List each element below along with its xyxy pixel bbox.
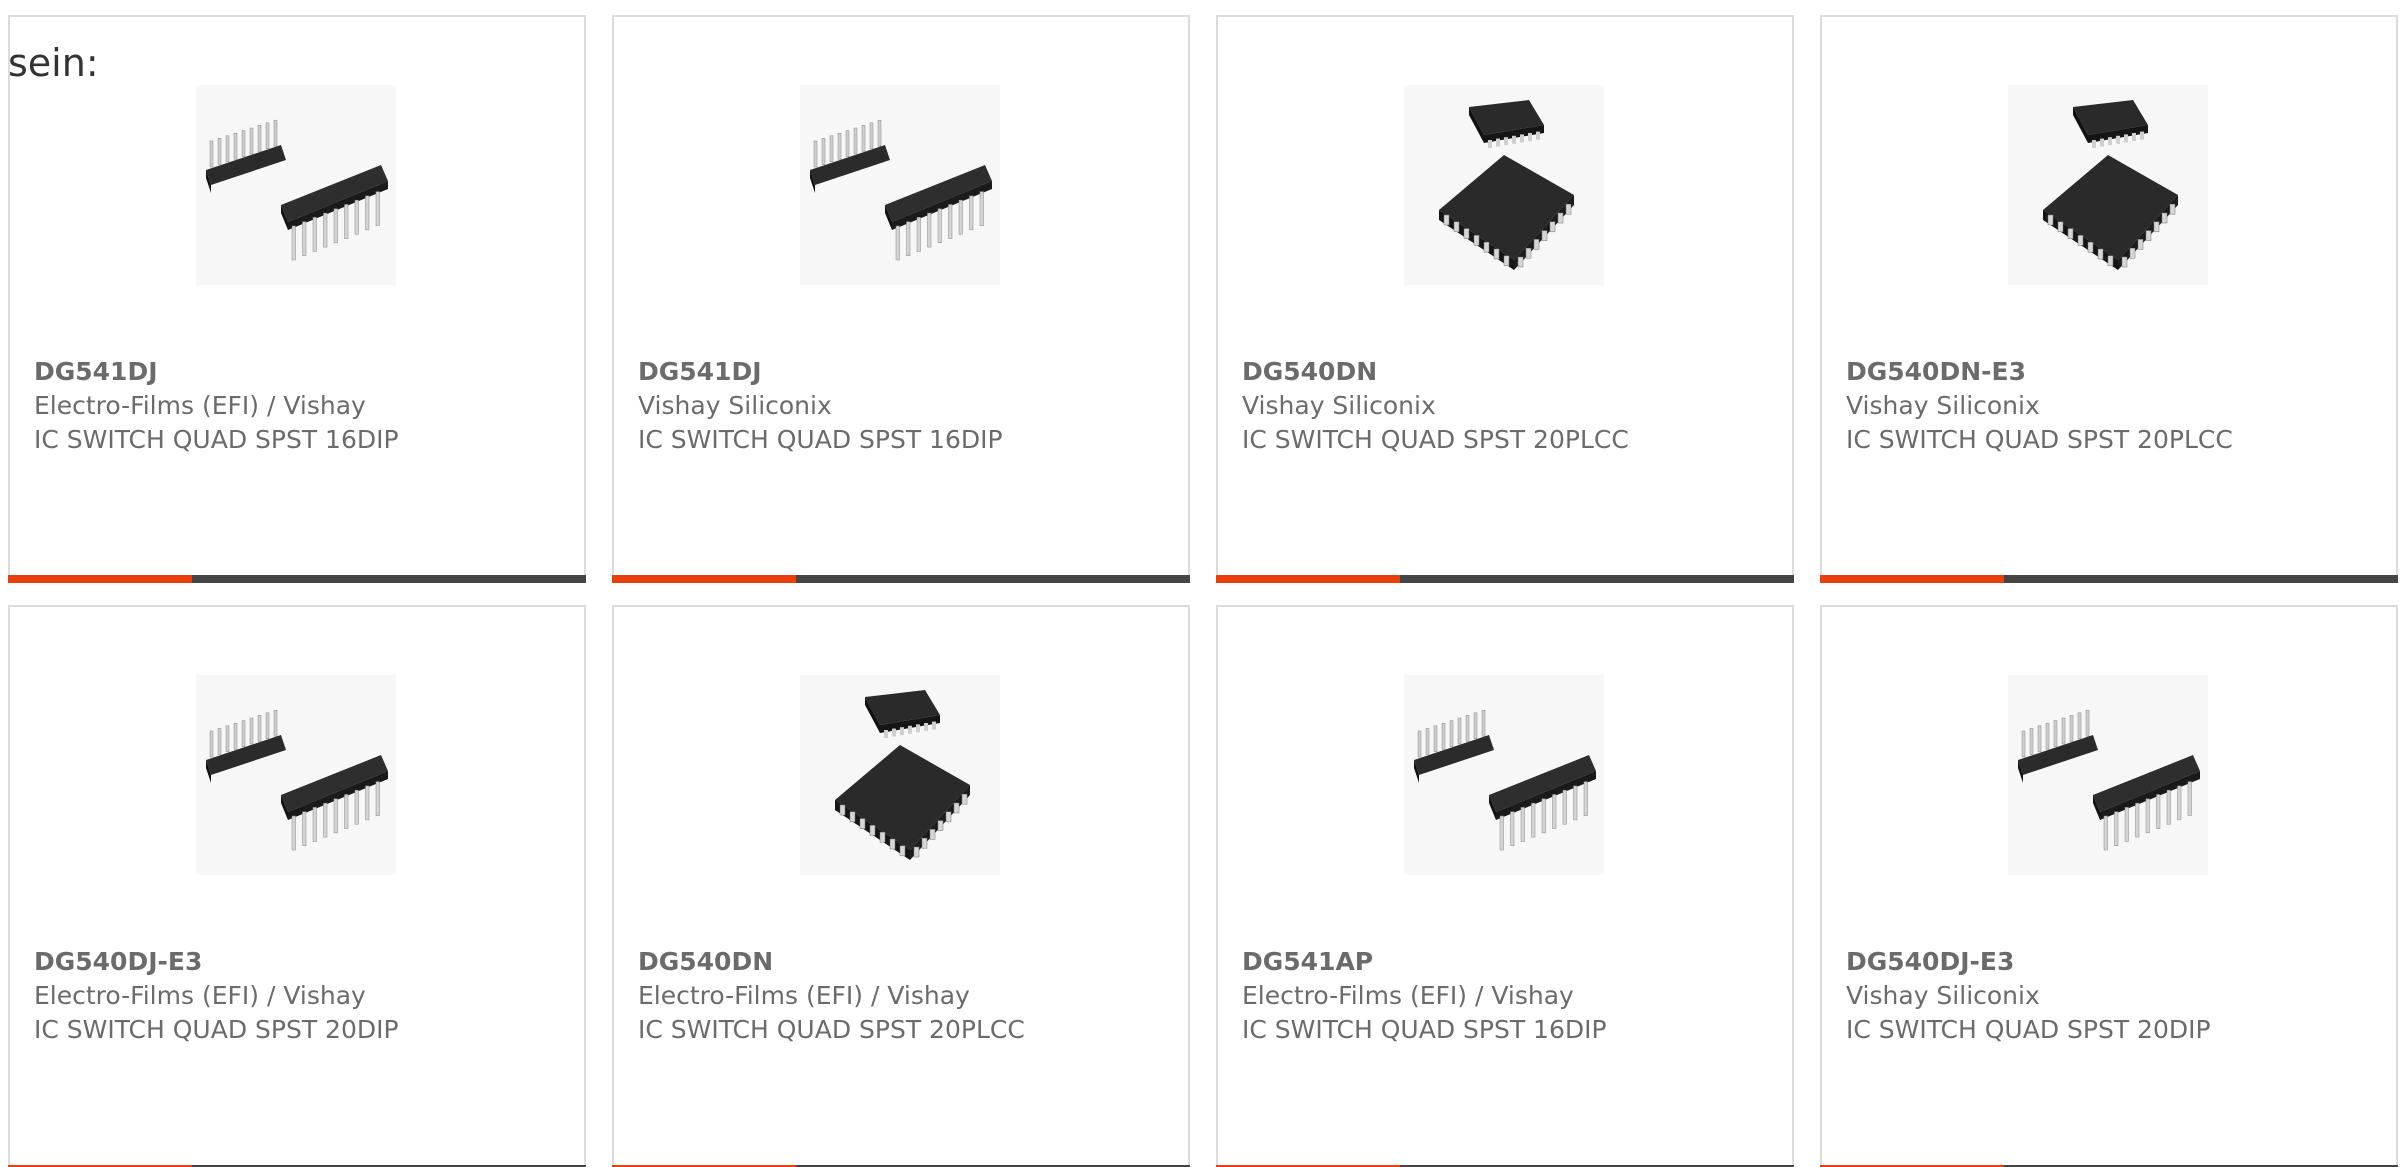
- part-number-link[interactable]: DG541AP: [1242, 945, 1782, 979]
- product-card[interactable]: DG540DJ-E3 Electro-Films (EFI) / Vishay …: [8, 605, 586, 1167]
- card-footer-bar: [1216, 575, 1794, 583]
- product-image[interactable]: [196, 85, 396, 285]
- product-info: DG540DJ-E3 Vishay Siliconix IC SWITCH QU…: [1846, 945, 2386, 1047]
- product-card[interactable]: DG540DN Electro-Films (EFI) / Vishay IC …: [612, 605, 1190, 1167]
- dip-chip-icon: [800, 85, 1000, 285]
- plcc-chip-icon: [2008, 85, 2208, 285]
- product-info: DG540DN Vishay Siliconix IC SWITCH QUAD …: [1242, 355, 1782, 457]
- accent-strip: [8, 575, 192, 583]
- product-card[interactable]: DG540DJ-E3 Vishay Siliconix IC SWITCH QU…: [1820, 605, 2398, 1167]
- card-footer-bar: [8, 575, 586, 583]
- product-description: IC SWITCH QUAD SPST 20PLCC: [1242, 425, 1629, 454]
- part-number-link[interactable]: DG540DN-E3: [1846, 355, 2386, 389]
- product-description: IC SWITCH QUAD SPST 16DIP: [1242, 1015, 1607, 1044]
- dip-chip-icon: [196, 675, 396, 875]
- product-listing-page: sein: DG541DJ Electro-Films (EFI) / Vish…: [0, 0, 2400, 1167]
- card-footer-bar: [612, 575, 1190, 583]
- product-description: IC SWITCH QUAD SPST 20PLCC: [1846, 425, 2233, 454]
- product-card[interactable]: DG541DJ Electro-Films (EFI) / Vishay IC …: [8, 15, 586, 583]
- manufacturer-name: Electro-Films (EFI) / Vishay: [34, 981, 366, 1010]
- product-info: DG541DJ Electro-Films (EFI) / Vishay IC …: [34, 355, 574, 457]
- product-description: IC SWITCH QUAD SPST 20DIP: [34, 1015, 399, 1044]
- intro-text: sein:: [8, 41, 99, 85]
- accent-strip: [612, 575, 796, 583]
- product-description: IC SWITCH QUAD SPST 16DIP: [34, 425, 399, 454]
- product-info: DG541DJ Vishay Siliconix IC SWITCH QUAD …: [638, 355, 1178, 457]
- product-card[interactable]: DG541DJ Vishay Siliconix IC SWITCH QUAD …: [612, 15, 1190, 583]
- product-info: DG541AP Electro-Films (EFI) / Vishay IC …: [1242, 945, 1782, 1047]
- product-grid: DG541DJ Electro-Films (EFI) / Vishay IC …: [8, 15, 2400, 1167]
- product-info: DG540DN-E3 Vishay Siliconix IC SWITCH QU…: [1846, 355, 2386, 457]
- part-number-link[interactable]: DG540DJ-E3: [1846, 945, 2386, 979]
- manufacturer-name: Vishay Siliconix: [1846, 391, 2040, 420]
- manufacturer-name: Vishay Siliconix: [1242, 391, 1436, 420]
- accent-strip: [1820, 575, 2004, 583]
- dip-chip-icon: [196, 85, 396, 285]
- product-image[interactable]: [1404, 85, 1604, 285]
- plcc-chip-icon: [800, 675, 1000, 875]
- part-number-link[interactable]: DG541DJ: [638, 355, 1178, 389]
- manufacturer-name: Electro-Films (EFI) / Vishay: [34, 391, 366, 420]
- product-card[interactable]: DG541AP Electro-Films (EFI) / Vishay IC …: [1216, 605, 1794, 1167]
- product-image[interactable]: [800, 85, 1000, 285]
- manufacturer-name: Electro-Films (EFI) / Vishay: [1242, 981, 1574, 1010]
- manufacturer-name: Electro-Films (EFI) / Vishay: [638, 981, 970, 1010]
- dip-chip-icon: [2008, 675, 2208, 875]
- part-number-link[interactable]: DG541DJ: [34, 355, 574, 389]
- manufacturer-name: Vishay Siliconix: [1846, 981, 2040, 1010]
- dip-chip-icon: [1404, 675, 1604, 875]
- product-image[interactable]: [1404, 675, 1604, 875]
- product-description: IC SWITCH QUAD SPST 20DIP: [1846, 1015, 2211, 1044]
- product-image[interactable]: [2008, 675, 2208, 875]
- part-number-link[interactable]: DG540DN: [638, 945, 1178, 979]
- product-info: DG540DJ-E3 Electro-Films (EFI) / Vishay …: [34, 945, 574, 1047]
- accent-strip: [1216, 575, 1400, 583]
- product-description: IC SWITCH QUAD SPST 20PLCC: [638, 1015, 1025, 1044]
- plcc-chip-icon: [1404, 85, 1604, 285]
- part-number-link[interactable]: DG540DJ-E3: [34, 945, 574, 979]
- product-image[interactable]: [800, 675, 1000, 875]
- product-info: DG540DN Electro-Films (EFI) / Vishay IC …: [638, 945, 1178, 1047]
- part-number-link[interactable]: DG540DN: [1242, 355, 1782, 389]
- product-card[interactable]: DG540DN-E3 Vishay Siliconix IC SWITCH QU…: [1820, 15, 2398, 583]
- product-image[interactable]: [2008, 85, 2208, 285]
- product-description: IC SWITCH QUAD SPST 16DIP: [638, 425, 1003, 454]
- product-card[interactable]: DG540DN Vishay Siliconix IC SWITCH QUAD …: [1216, 15, 1794, 583]
- card-footer-bar: [1820, 575, 2398, 583]
- manufacturer-name: Vishay Siliconix: [638, 391, 832, 420]
- product-image[interactable]: [196, 675, 396, 875]
